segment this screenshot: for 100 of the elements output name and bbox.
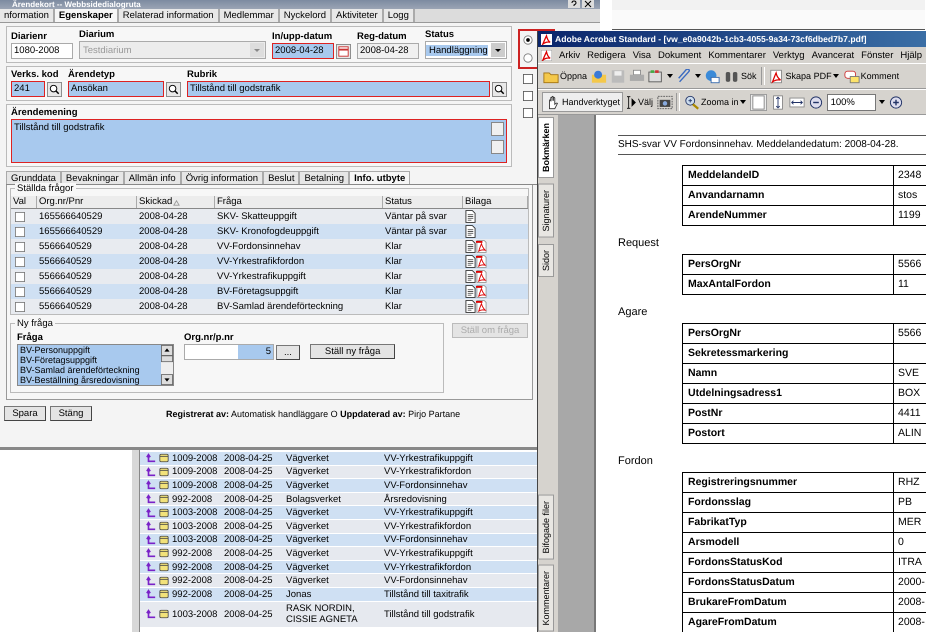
tab[interactable]: nformation	[0, 9, 55, 22]
side-tab[interactable]: Signaturer	[538, 184, 554, 238]
document-icon[interactable]	[465, 300, 476, 313]
select-tool-button[interactable]: Välj	[626, 92, 654, 112]
caret-icon[interactable]	[667, 73, 674, 79]
list-item[interactable]: BV-Samlad ärendeförteckning	[18, 365, 161, 375]
checkbox[interactable]	[523, 91, 533, 101]
text-area[interactable]: Tillstånd till godstrafik	[11, 119, 507, 163]
close-icon[interactable]	[582, 0, 594, 8]
document-icon[interactable]	[465, 285, 476, 298]
document-icon[interactable]	[465, 210, 476, 223]
list-row[interactable]: 992-2008 2008-04-25 Jonas Tillstånd till taxitrafik	[140, 588, 537, 602]
tab[interactable]: Logg	[384, 9, 415, 22]
pdf-icon[interactable]	[476, 240, 487, 253]
hand-tool-button[interactable]: Handverktyget	[542, 92, 624, 112]
checkbox[interactable]	[15, 272, 25, 282]
tab[interactable]: Info. utbyte	[349, 171, 410, 184]
column-header[interactable]: Org.nr/Pnr	[37, 196, 137, 208]
list-row[interactable]: 1003-2008 2008-04-25 RASK NORDIN, CISSIE AGNETA Tillstånd till godstrafik	[140, 602, 537, 628]
browse-button[interactable]: ...	[276, 344, 300, 360]
tab[interactable]: Egenskaper	[54, 9, 119, 22]
help-icon[interactable]	[568, 0, 580, 8]
date-field[interactable]: 2008-04-28	[357, 43, 419, 59]
tab[interactable]: Övrig information	[180, 171, 264, 184]
list-item[interactable]: BV-Beställning årsredovisning	[18, 375, 161, 385]
document-icon[interactable]	[465, 225, 476, 238]
folder-globe-icon[interactable]	[591, 68, 608, 84]
ask-button[interactable]: Ställ ny fråga	[310, 344, 396, 359]
list-row[interactable]: 1009-2008 2008-04-25 Vägverket VV-Yrkestrafikfordon	[140, 466, 537, 480]
tab[interactable]: Aktiviteter	[332, 9, 384, 22]
side-tab[interactable]: Bokmärken	[538, 117, 554, 178]
list-row[interactable]: 1003-2008 2008-04-25 Vägverket VV-Yrkestrafikfordon	[140, 520, 537, 534]
column-header[interactable]: Status	[383, 196, 463, 208]
list-row[interactable]: 1003-2008 2008-04-25 Vägverket VV-Fordonsinnehav	[140, 534, 537, 548]
tab[interactable]: Medlemmar	[220, 9, 280, 22]
tab[interactable]: Beslut	[263, 171, 300, 184]
dialog-button[interactable]: Stäng	[50, 406, 92, 421]
list-row[interactable]: 1009-2008 2008-04-25 Vägverket VV-Fordonsinnehav	[140, 479, 537, 493]
side-tab[interactable]: Kommentarer	[538, 565, 554, 632]
date-field[interactable]: 2008-04-28	[272, 43, 334, 59]
input-field[interactable]: 5	[184, 344, 274, 360]
pdf-icon[interactable]	[476, 300, 487, 313]
camera-icon[interactable]	[657, 94, 674, 110]
list-item[interactable]: BV-Företagsuppgift	[18, 355, 161, 365]
create-pdf-button[interactable]: Skapa PDF	[768, 66, 840, 86]
list-row[interactable]: 992-2008 2008-04-25 Vägverket VV-Yrkestrafikfordon	[140, 560, 537, 574]
tab[interactable]: Betalning	[299, 171, 350, 184]
pdf-icon[interactable]	[476, 285, 487, 298]
input-field[interactable]: Ansökan	[68, 81, 164, 97]
search-icon[interactable]	[166, 82, 181, 96]
menu-item[interactable]: Hjälp	[900, 50, 922, 60]
calendar-icon[interactable]	[336, 44, 351, 58]
input-field[interactable]: 1080-2008	[11, 43, 73, 59]
tab[interactable]: Bevakningar	[60, 171, 124, 184]
menu-item[interactable]: Fönster	[861, 50, 894, 60]
pdf-icon[interactable]	[476, 255, 487, 268]
search-icon[interactable]	[492, 82, 507, 96]
column-header[interactable]: Skickad	[137, 196, 215, 208]
side-tab[interactable]: Sidor	[538, 244, 554, 277]
list-row[interactable]: 1003-2008 2008-04-25 Vägverket VV-Yrkestrafikuppgift	[140, 506, 537, 520]
fit-width-icon[interactable]	[788, 94, 805, 110]
pdf-icon[interactable]	[476, 270, 487, 283]
column-header[interactable]: Val	[11, 196, 37, 208]
dropdown[interactable]: Handläggning	[425, 41, 507, 59]
menu-item[interactable]: Kommentarer	[708, 50, 766, 60]
zoom-in-icon[interactable]	[888, 94, 904, 110]
list-box[interactable]: BV-Personuppgift BV-Företagsuppgift BV-Samlad ärendeförteckning BV-Beställning årsredovisning	[17, 344, 174, 386]
globe-mail-icon[interactable]	[704, 68, 720, 84]
checkbox[interactable]	[15, 286, 25, 296]
checkbox[interactable]	[523, 74, 533, 84]
checkbox[interactable]	[15, 242, 25, 252]
list-item[interactable]: BV-Personuppgift	[18, 345, 161, 355]
paperclip-icon[interactable]	[676, 68, 692, 84]
menu-item[interactable]: Redigera	[587, 50, 626, 60]
print-icon[interactable]	[629, 68, 646, 84]
menu-item[interactable]: Visa	[632, 50, 651, 60]
checkbox[interactable]	[15, 302, 25, 312]
input-field[interactable]: Tillstånd till godstrafik	[187, 81, 490, 97]
radio-button[interactable]	[523, 53, 533, 63]
document-icon[interactable]	[465, 240, 476, 253]
search-icon[interactable]	[47, 82, 62, 96]
menu-item[interactable]: Avancerat	[812, 50, 854, 60]
checkbox[interactable]	[523, 108, 533, 118]
menu-item[interactable]: Verktyg	[772, 50, 805, 60]
tab[interactable]: Relaterad information	[118, 9, 220, 22]
column-header[interactable]: Bilaga	[463, 196, 528, 208]
checkbox[interactable]	[15, 226, 25, 236]
zoom-in-button[interactable]: Zooma in	[683, 92, 747, 112]
document-icon[interactable]	[465, 270, 476, 283]
column-header[interactable]: Fråga	[215, 196, 383, 208]
comment-button[interactable]: Komment	[842, 66, 900, 86]
dialog-button[interactable]: Spara	[4, 406, 46, 421]
checkbox[interactable]	[15, 212, 25, 222]
menu-item[interactable]: Dokument	[658, 50, 702, 60]
open-button[interactable]: Öppna	[542, 66, 588, 86]
tab[interactable]: Grunddata	[6, 171, 61, 184]
tab[interactable]: Nyckelord	[280, 9, 332, 22]
document-icon[interactable]	[465, 255, 476, 268]
radio-button[interactable]	[523, 35, 533, 45]
zoom-field[interactable]: 100%	[826, 94, 876, 110]
